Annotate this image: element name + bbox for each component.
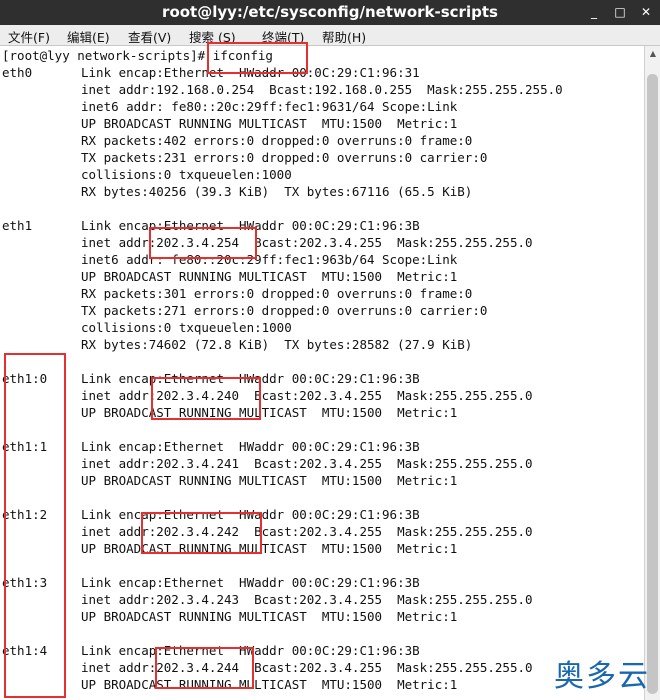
title-bar: root@lyy:/etc/sysconfig/network-scripts … xyxy=(0,0,660,25)
maximize-icon[interactable]: □ xyxy=(612,4,628,20)
output-line: collisions:0 txqueuelen:1000 xyxy=(81,320,292,335)
menu-item-0[interactable]: 文件(F) xyxy=(8,27,50,46)
output-line: UP BROADCAST RUNNING MULTICAST MTU:1500 … xyxy=(81,116,458,131)
output-line: inet6 addr: fe80::20c:29ff:fec1:963b/64 … xyxy=(81,252,458,267)
output-line: RX packets:301 errors:0 dropped:0 overru… xyxy=(81,286,473,301)
terminal-output[interactable]: [root@lyy network-scripts]# ifconfig eth… xyxy=(0,46,644,700)
output-line: UP BROADCAST RUNNING MULTICAST MTU:1500 … xyxy=(81,609,458,624)
window-title: root@lyy:/etc/sysconfig/network-scripts xyxy=(162,3,498,21)
menu-bar: 文件(F) 编辑(E) 查看(V) 搜索 (S) 终端(T) 帮助(H) xyxy=(0,25,660,46)
output-line: TX packets:271 errors:0 dropped:0 overru… xyxy=(81,303,488,318)
output-line: inet addr:202.3.4.244 Bcast:202.3.4.255 … xyxy=(81,660,533,675)
interface-name: eth0 xyxy=(2,65,33,80)
scroll-up-icon[interactable]: ▲ xyxy=(647,49,659,61)
highlight-alias-names xyxy=(4,353,66,698)
highlight-eth1-inet xyxy=(149,227,257,259)
menu-item-5[interactable]: 帮助(H) xyxy=(322,27,366,46)
output-line: UP BROADCAST RUNNING MULTICAST MTU:1500 … xyxy=(81,269,458,284)
menu-item-1[interactable]: 编辑(E) xyxy=(67,27,110,46)
output-line: collisions:0 txqueuelen:1000 xyxy=(81,167,292,182)
output-line: inet6 addr: fe80::20c:29ff:fec1:9631/64 … xyxy=(81,99,458,114)
output-line: RX bytes:40256 (39.3 KiB) TX bytes:67116… xyxy=(81,184,473,199)
output-line: UP BROADCAST RUNNING MULTICAST MTU:1500 … xyxy=(81,473,458,488)
output-line: UP BROADCAST RUNNING MULTICAST MTU:1500 … xyxy=(81,405,458,420)
minimize-icon[interactable]: _ xyxy=(586,4,602,20)
output-line: inet addr:202.3.4.240 Bcast:202.3.4.255 … xyxy=(81,388,533,403)
output-line: TX packets:231 errors:0 dropped:0 overru… xyxy=(81,150,488,165)
output-line: inet addr:202.3.4.243 Bcast:202.3.4.255 … xyxy=(81,592,533,607)
close-icon[interactable]: ✕ xyxy=(638,4,654,20)
output-line: UP BROADCAST RUNNING MULTICAST MTU:1500 … xyxy=(81,677,458,692)
output-line: Link encap:Ethernet HWaddr 00:0C:29:C1:9… xyxy=(81,439,420,454)
output-line: Link encap:Ethernet HWaddr 00:0C:29:C1:9… xyxy=(81,575,420,590)
highlight-eth1-4-inet xyxy=(155,647,254,689)
watermark-logo: 奥多云 xyxy=(554,659,650,694)
output-line: RX bytes:74602 (72.8 KiB) TX bytes:28582… xyxy=(81,337,473,352)
menu-item-2[interactable]: 查看(V) xyxy=(128,27,171,46)
window-controls: _ □ ✕ xyxy=(586,4,654,20)
terminal-scrollbar[interactable]: ▲ xyxy=(644,46,660,700)
interface-name: eth1 xyxy=(2,218,33,233)
output-line: inet addr:202.3.4.241 Bcast:202.3.4.255 … xyxy=(81,456,533,471)
scrollbar-thumb[interactable] xyxy=(647,74,658,694)
highlight-ifconfig-command xyxy=(207,42,308,74)
output-line: RX packets:402 errors:0 dropped:0 overru… xyxy=(81,133,473,148)
highlight-eth1-0-inet xyxy=(151,377,261,420)
highlight-eth1-2-inet xyxy=(141,512,262,554)
output-line: inet addr:192.168.0.254 Bcast:192.168.0.… xyxy=(81,82,563,97)
output-line: UP BROADCAST RUNNING MULTICAST MTU:1500 … xyxy=(81,541,458,556)
